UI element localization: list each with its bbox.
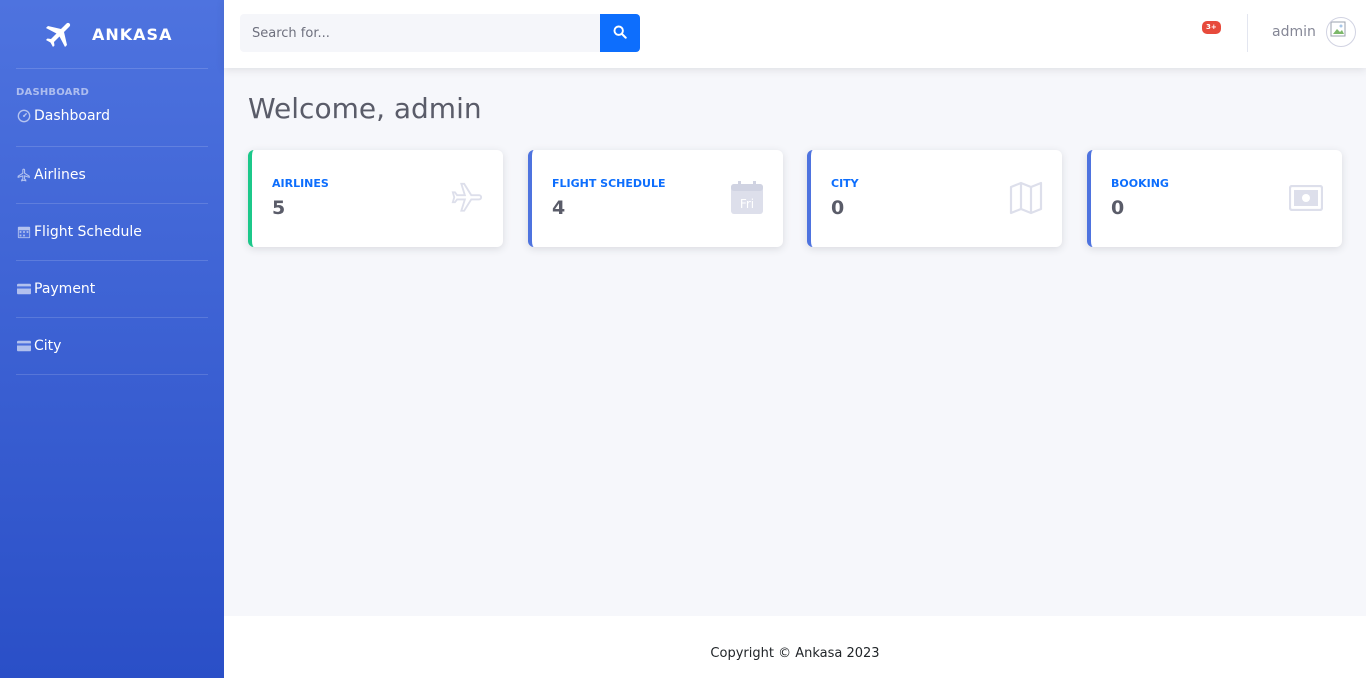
sidebar-section-label: DASHBOARD (16, 87, 90, 98)
credit-card-icon (16, 282, 31, 297)
sidebar-item-label: Dashboard (34, 108, 110, 124)
stat-card-title: AIRLINES (272, 177, 329, 190)
calendar-icon: Fri (729, 180, 765, 216)
search-bar (240, 14, 640, 52)
brand[interactable]: ANKASA (0, 0, 224, 68)
calendar-day-text: Fri (740, 197, 754, 211)
search-button[interactable] (600, 14, 640, 52)
stat-card-flight-schedule[interactable]: FLIGHT SCHEDULE 4 Fri (528, 150, 783, 247)
sidebar-item-label: City (34, 338, 62, 354)
page-title: Welcome, admin (248, 92, 482, 125)
plane-icon (16, 168, 31, 183)
footer: Copyright © Ankasa 2023 (224, 616, 1366, 678)
sidebar-item-label: Payment (34, 281, 96, 297)
sidebar-item-airlines[interactable]: Airlines (16, 147, 208, 204)
sidebar-item-dashboard[interactable]: Dashboard (16, 102, 208, 147)
sidebar-item-label: Airlines (34, 167, 86, 183)
stat-card-city[interactable]: CITY 0 (807, 150, 1062, 247)
map-icon (1008, 180, 1044, 216)
topbar: 3+ admin (224, 0, 1366, 68)
stat-card-value: 5 (272, 197, 286, 219)
stat-card-value: 0 (831, 197, 845, 219)
sidebar-item-flight-schedule[interactable]: Flight Schedule (16, 204, 208, 261)
sidebar: ANKASA DASHBOARD Dashboard Airlines Flig… (0, 0, 224, 678)
avatar[interactable] (1326, 17, 1356, 47)
user-name[interactable]: admin (1272, 24, 1316, 40)
brand-name: ANKASA (92, 24, 173, 44)
alerts-badge: 3+ (1202, 21, 1221, 34)
search-input[interactable] (240, 14, 600, 52)
airplane-icon (42, 16, 78, 52)
plane-icon (449, 180, 485, 216)
stat-card-value: 4 (552, 197, 566, 219)
copyright-text: Copyright © Ankasa 2023 (710, 646, 880, 661)
stat-card-booking[interactable]: BOOKING 0 (1087, 150, 1342, 247)
sidebar-item-payment[interactable]: Payment (16, 261, 208, 318)
stat-card-value: 0 (1111, 197, 1125, 219)
stat-card-title: BOOKING (1111, 177, 1169, 190)
stat-card-title: FLIGHT SCHEDULE (552, 177, 666, 190)
calendar-icon (16, 225, 31, 240)
money-bill-icon (1288, 180, 1324, 216)
sidebar-item-city[interactable]: City (16, 318, 208, 375)
stat-card-title: CITY (831, 177, 859, 190)
search-icon (613, 24, 627, 43)
topbar-divider (1247, 14, 1248, 52)
main-content: Welcome, admin AIRLINES 5 FLIGHT SCHEDUL… (224, 68, 1366, 616)
dashboard-gauge-icon (16, 108, 31, 123)
credit-card-icon (16, 339, 31, 354)
sidebar-item-label: Flight Schedule (34, 224, 142, 240)
stat-card-airlines[interactable]: AIRLINES 5 (248, 150, 503, 247)
